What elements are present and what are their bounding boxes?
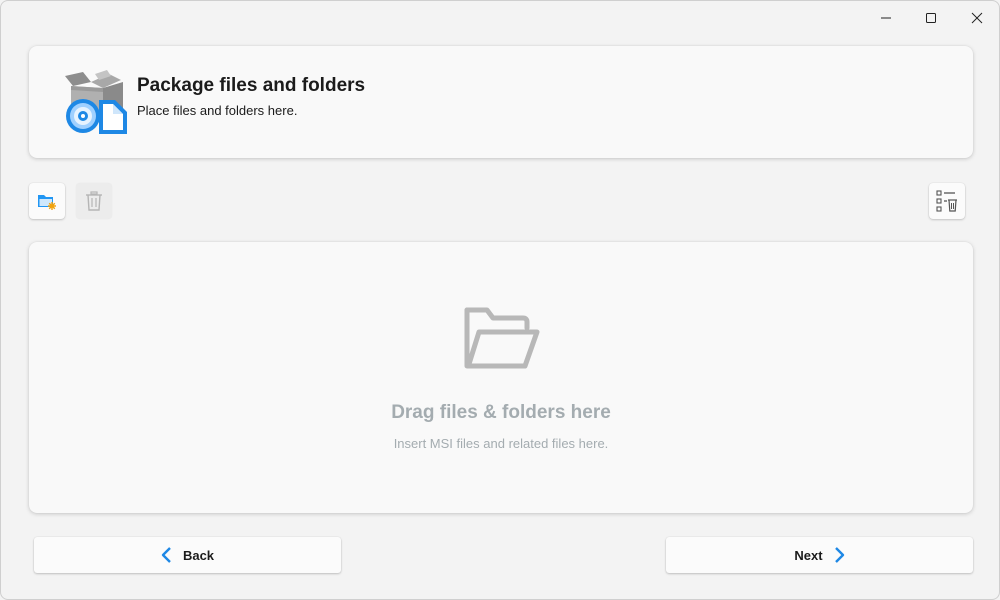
maximize-icon	[926, 13, 936, 23]
back-button[interactable]: Back	[34, 537, 341, 573]
minimize-icon	[881, 17, 891, 19]
app-window: Package files and folders Place files an…	[0, 0, 1000, 600]
next-button[interactable]: Next	[666, 537, 973, 573]
add-folder-button[interactable]	[29, 183, 65, 219]
page-title: Package files and folders	[137, 75, 366, 96]
trash-icon	[86, 191, 102, 211]
list-delete-icon	[936, 190, 957, 212]
close-button[interactable]	[954, 1, 1000, 35]
open-folder-icon	[464, 307, 540, 369]
header-card: Package files and folders Place files an…	[29, 46, 973, 158]
back-button-label: Back	[182, 547, 215, 563]
next-button-label: Next	[794, 547, 823, 563]
clear-list-button[interactable]	[929, 183, 965, 219]
drop-zone[interactable]: Drag files & folders here Insert MSI fil…	[29, 242, 973, 513]
page-subtitle: Place files and folders here.	[137, 103, 298, 118]
delete-button[interactable]	[76, 183, 112, 219]
drop-zone-title: Drag files & folders here	[391, 402, 611, 423]
chevron-right-icon	[834, 547, 844, 563]
drop-zone-subtitle: Insert MSI files and related files here.	[393, 436, 609, 451]
package-files-icon	[65, 70, 127, 134]
maximize-button[interactable]	[908, 1, 954, 35]
close-icon	[971, 12, 983, 24]
chevron-left-icon	[161, 547, 171, 563]
minimize-button[interactable]	[863, 1, 909, 35]
add-folder-icon	[38, 195, 56, 210]
